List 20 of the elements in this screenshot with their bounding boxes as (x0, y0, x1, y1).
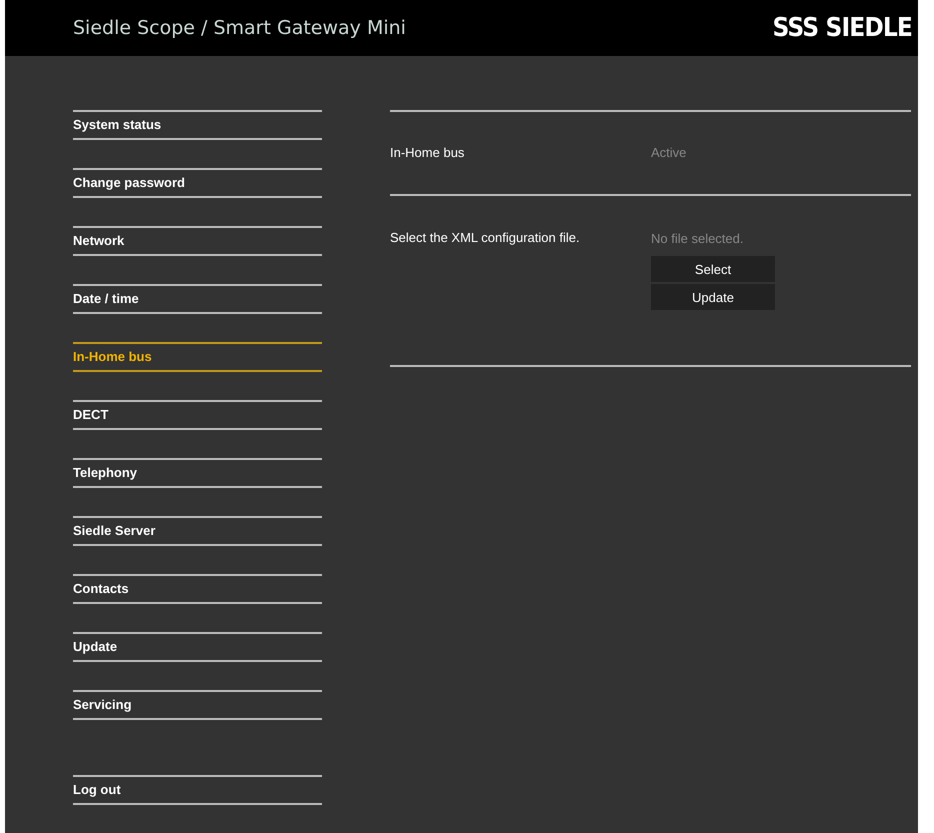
brand-logo: SSS SIEDLE (772, 13, 912, 43)
sidebar-item[interactable]: Network (73, 226, 322, 256)
file-name: No file selected. (651, 231, 744, 246)
sidebar-item[interactable]: Telephony (73, 458, 322, 488)
action-button[interactable]: Select (651, 256, 775, 282)
sidebar-item[interactable]: In-Home bus (73, 342, 322, 372)
app-title: Siedle Scope / Smart Gateway Mini (73, 17, 406, 39)
field-label: In-Home bus (390, 145, 466, 160)
sidebar-item[interactable]: Change password (73, 168, 322, 198)
field-label: Select the XML configuration file. (390, 230, 581, 247)
action-button[interactable]: Update (651, 284, 775, 310)
sidebar-item[interactable]: Update (73, 632, 322, 662)
sidebar-item[interactable]: System status (73, 110, 322, 140)
sidebar-item[interactable]: Siedle Server (73, 516, 322, 546)
sidebar-item[interactable]: Contacts (73, 574, 322, 604)
logout-link[interactable]: Log out (73, 775, 322, 805)
sidebar-item[interactable]: DECT (73, 400, 322, 430)
status-value: Active (651, 145, 686, 160)
sidebar-item[interactable]: Servicing (73, 690, 322, 720)
sidebar-item[interactable]: Date / time (73, 284, 322, 314)
